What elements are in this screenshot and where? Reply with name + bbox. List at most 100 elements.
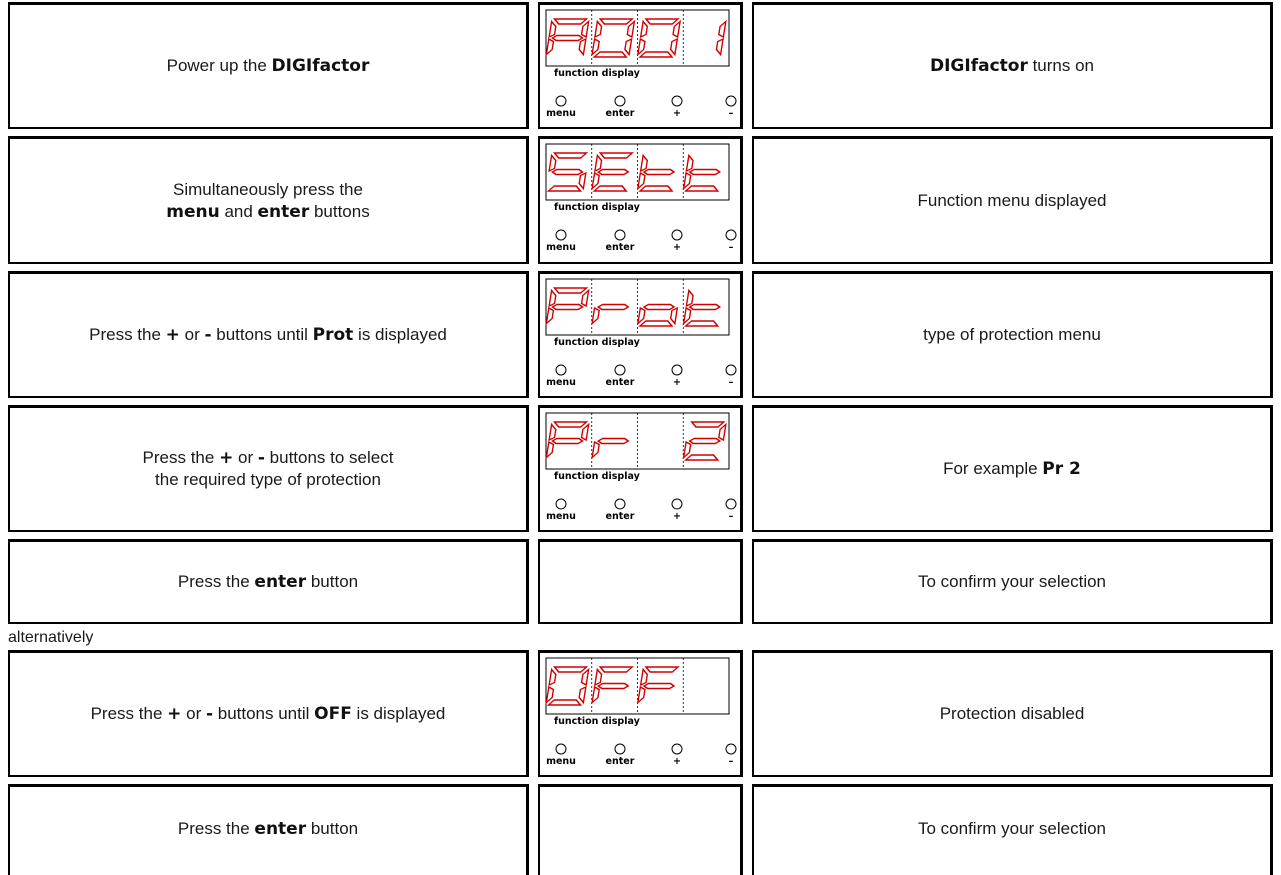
panel-button-4-label: –	[729, 242, 734, 253]
step-3-display-cell: function display menu enter + –	[538, 271, 743, 398]
step-7-display-cell	[538, 784, 743, 875]
step-2-result-cell: Function menu displayed	[752, 136, 1273, 264]
step-3-display-panel: function display menu enter + –	[545, 278, 737, 388]
function-display-label: function display	[554, 337, 641, 348]
alternatively-label: alternatively	[8, 629, 94, 646]
step-4-display-panel: function display menu enter + –	[545, 412, 737, 522]
panel-button-4-icon	[725, 498, 737, 510]
function-display-label: function display	[554, 471, 641, 482]
step-6-display-panel: function display menu enter + –	[545, 657, 737, 767]
panel-button-3-icon	[671, 743, 683, 755]
step-1-action-text: Power up the DIGIfactor	[166, 56, 370, 76]
segment-digit-2	[591, 437, 630, 460]
panel-button-1-icon	[555, 498, 567, 510]
panel-button-1-icon	[555, 743, 567, 755]
step-2-action-cell: Simultaneously press the menu and enter b…	[8, 136, 529, 264]
panel-button-2-icon	[614, 743, 626, 755]
panel-button-2-icon	[614, 364, 626, 376]
panel-button-4-icon	[725, 743, 737, 755]
step-1-display-cell: function display menu enter + –	[538, 2, 743, 129]
panel-button-2-label: enter	[606, 756, 635, 767]
step-4-result-cell: For example Pr 2	[752, 405, 1273, 532]
panel-button-2-label: enter	[606, 511, 635, 522]
step-3-result-cell: type of protection menu	[752, 271, 1273, 398]
step-2-display-cell: function display menu enter + –	[538, 136, 743, 264]
panel-button-1-icon	[555, 95, 567, 107]
panel-button-3-icon	[671, 364, 683, 376]
segment-digit-1	[545, 666, 590, 706]
step-6-result-text: Protection disabled	[939, 704, 1085, 723]
step-1-result-cell: DIGIfactor turns on	[752, 2, 1273, 129]
function-display-label: function display	[554, 202, 641, 213]
panel-button-3-label: +	[673, 511, 681, 522]
panel-button-3-icon	[671, 95, 683, 107]
panel-button-4-icon	[725, 95, 737, 107]
panel-button-2-label: enter	[606, 242, 635, 253]
segment-digit-1	[545, 18, 590, 57]
panel-button-3-label: +	[673, 108, 681, 119]
panel-button-1-label: menu	[546, 756, 576, 767]
step-1-result-text: DIGIfactor turns on	[929, 56, 1094, 76]
panel-button-3-label: +	[673, 242, 681, 253]
panel-button-4-label: –	[729, 377, 734, 388]
segment-digit-2	[591, 666, 635, 705]
panel-button-2-icon	[614, 95, 626, 107]
function-display-label: function display	[554, 716, 641, 727]
segment-digit-4	[715, 19, 727, 57]
panel-button-2-label: enter	[606, 108, 635, 119]
panel-button-1-icon	[555, 364, 567, 376]
segment-digit-4	[682, 288, 722, 327]
step-2-display-panel: function display menu enter + –	[545, 143, 737, 253]
step-6-action-text: Press the + or - buttons until OFF is di…	[90, 704, 446, 724]
step-5-action-cell: Press the enter button	[8, 539, 529, 624]
step-7-result-text: To confirm your selection	[917, 818, 1107, 838]
step-4-action-text: Press the + or - buttons to select the re…	[142, 448, 394, 489]
step-1-action-cell: Power up the DIGIfactor	[8, 2, 529, 129]
step-3-action-text: Press the + or - buttons until Prot is d…	[89, 325, 447, 345]
panel-button-3-icon	[671, 498, 683, 510]
segment-digit-3	[636, 303, 679, 327]
panel-button-3-label: +	[673, 377, 681, 388]
step-6-result-cell: Protection disabled	[752, 650, 1273, 777]
segment-digit-2	[591, 18, 636, 58]
step-4-result-text: For example Pr 2	[943, 459, 1081, 479]
panel-button-1-label: menu	[546, 511, 576, 522]
panel-button-4-icon	[725, 364, 737, 376]
segment-digit-1	[545, 421, 590, 460]
step-2-action-text: Simultaneously press the menu and enter b…	[166, 179, 370, 222]
step-7-action-text: Press the enter button	[177, 818, 359, 839]
function-display-label: function display	[554, 68, 641, 79]
panel-button-3-icon	[671, 229, 683, 241]
step-4-action-cell: Press the + or - buttons to select the re…	[8, 405, 529, 532]
panel-button-4-label: –	[729, 756, 734, 767]
panel-button-4-label: –	[729, 511, 734, 522]
step-5-result-text: To confirm your selection	[917, 572, 1107, 591]
step-5-action-text: Press the enter button	[177, 572, 359, 592]
step-5-display-cell	[538, 539, 743, 624]
step-6-display-cell: function display menu enter + –	[538, 650, 743, 777]
panel-button-2-icon	[614, 498, 626, 510]
panel-button-1-icon	[555, 229, 567, 241]
segment-digit-3	[636, 18, 682, 58]
segment-digit-4	[682, 421, 727, 461]
step-3-result-text: type of protection menu	[923, 325, 1101, 344]
step-7-result-cell: To confirm your selection	[752, 784, 1273, 875]
step-1-display-panel: function display menu enter + –	[545, 9, 737, 119]
segment-digit-3	[636, 666, 680, 705]
panel-button-1-label: menu	[546, 108, 576, 119]
segment-digit-1	[546, 152, 589, 192]
segment-digit-2	[591, 152, 635, 192]
segment-digit-1	[545, 287, 590, 326]
step-5-result-cell: To confirm your selection	[752, 539, 1273, 624]
step-4-display-cell: function display menu enter + –	[538, 405, 743, 532]
panel-button-1-label: menu	[546, 242, 576, 253]
step-7-action-cell: Press the enter button	[8, 784, 529, 875]
panel-button-4-icon	[725, 229, 737, 241]
segment-digit-4	[682, 153, 722, 192]
step-6-action-cell: Press the + or - buttons until OFF is di…	[8, 650, 529, 777]
panel-button-4-label: –	[729, 108, 734, 119]
segment-digit-3	[636, 153, 676, 192]
panel-button-2-icon	[614, 229, 626, 241]
segment-digit-2	[591, 303, 630, 326]
step-3-action-cell: Press the + or - buttons until Prot is d…	[8, 271, 529, 398]
